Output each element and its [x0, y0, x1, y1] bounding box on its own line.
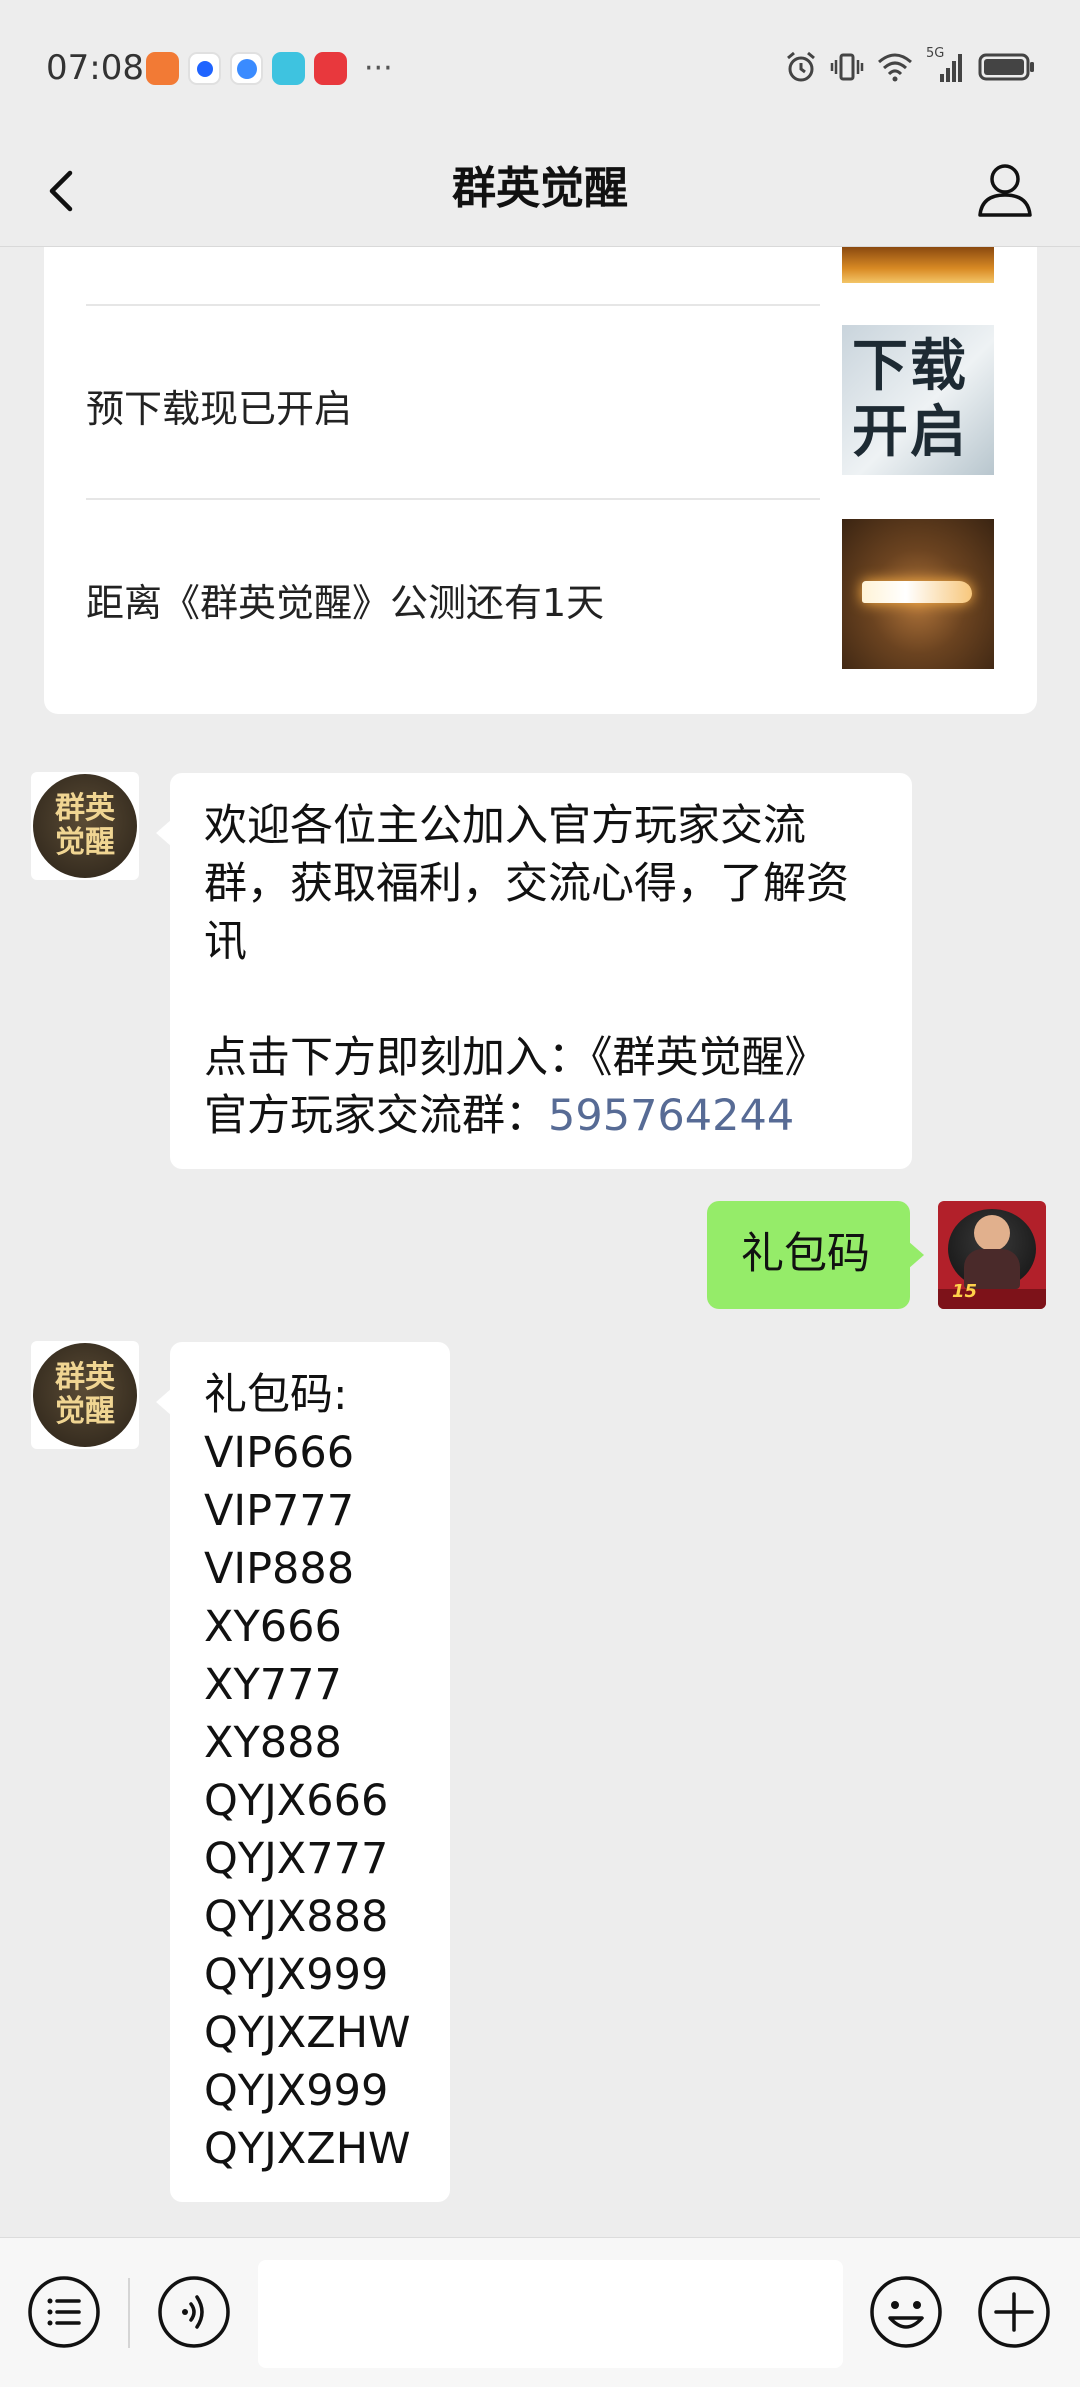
group-number-link[interactable]: 595764244 — [548, 1091, 794, 1141]
group-info-line: 官方玩家交流群：595764244 — [204, 1087, 878, 1145]
cellular-signal-icon: 5G — [926, 46, 966, 84]
message-input[interactable] — [258, 2260, 843, 2368]
gift-code: QYJX999 — [204, 1950, 389, 2000]
official-account-avatar[interactable]: 群英 觉醒 — [31, 1341, 139, 1449]
gift-code-message-bubble[interactable]: 礼包码: VIP666 VIP777 VIP888 XY666 XY777 XY… — [156, 1342, 450, 2202]
status-time: 07:08 — [46, 48, 144, 88]
message-line: 群，获取福利，交流心得，了解资 — [204, 859, 849, 909]
status-indicators: 5G — [784, 46, 1036, 84]
voice-icon[interactable] — [156, 2274, 232, 2350]
person-profile-icon[interactable] — [970, 155, 1040, 225]
message-line: 礼包码: — [204, 1370, 348, 1420]
gift-code: QYJXZHW — [204, 2124, 411, 2174]
gift-code: XY666 — [204, 1602, 342, 1652]
article-thumbnail-predownload[interactable]: 下载开启 — [842, 325, 994, 475]
user-avatar[interactable]: 15 — [938, 1201, 1046, 1309]
welcome-message-bubble[interactable]: 欢迎各位主公加入官方玩家交流 群，获取福利，交流心得，了解资 讯 点击下方即刻加… — [156, 773, 912, 1169]
brush-stroke-image — [862, 581, 972, 603]
article-title[interactable]: 预下载现已开启 — [86, 378, 352, 433]
input-divider — [128, 2278, 130, 2348]
message-line: 讯 — [204, 917, 247, 967]
article-card: 预下载现已开启 下载开启 距离《群英觉醒》公测还有1天 — [44, 247, 1037, 714]
emoji-icon[interactable] — [868, 2274, 944, 2350]
list-menu-icon[interactable] — [26, 2274, 102, 2350]
message-line: 点击下方即刻加入：《群英觉醒》 — [204, 1033, 828, 1083]
gift-code: VIP666 — [204, 1428, 355, 1478]
user-message-text: 礼包码 — [741, 1229, 870, 1279]
article-item-countdown[interactable]: 距离《群英觉醒》公测还有1天 — [86, 498, 820, 692]
plus-icon[interactable] — [976, 2274, 1052, 2350]
chat-input-bar — [0, 2237, 1080, 2387]
chat-header: 群英觉醒 — [0, 135, 1080, 247]
gift-code: VIP777 — [204, 1486, 355, 1536]
gift-code: XY777 — [204, 1660, 342, 1710]
gift-code: QYJX999 — [204, 2066, 389, 2116]
article-thumbnail-top[interactable] — [842, 247, 994, 283]
group-label: 官方玩家交流群： — [204, 1091, 548, 1141]
article-thumbnail-countdown[interactable] — [842, 519, 994, 669]
vibrate-icon — [830, 53, 864, 81]
official-account-avatar[interactable]: 群英 觉醒 — [31, 772, 139, 880]
gift-code: QYJX777 — [204, 1834, 389, 1884]
battery-icon — [978, 53, 1034, 81]
gift-code: QYJX666 — [204, 1776, 389, 1826]
message-line: 欢迎各位主公加入官方玩家交流 — [204, 801, 806, 851]
status-app-icons: ··· — [146, 52, 393, 85]
user-message-bubble[interactable]: 礼包码 — [707, 1201, 924, 1309]
chat-title: 群英觉醒 — [452, 163, 628, 214]
notification-app-icon-blue-circle — [188, 52, 221, 85]
status-bar: 07:08 ··· 5G — [0, 0, 1080, 135]
notification-app-icon-huawei — [314, 52, 347, 85]
notification-app-icon-browser — [230, 52, 263, 85]
article-title[interactable]: 距离《群英觉醒》公测还有1天 — [86, 572, 604, 627]
notification-app-icon-orange — [146, 52, 179, 85]
thumbnail-calligraphy-text: 下载开启 — [852, 333, 968, 465]
alarm-icon — [787, 51, 815, 82]
notification-app-icon-book — [272, 52, 305, 85]
wifi-icon — [878, 53, 912, 82]
gift-code: QYJX888 — [204, 1892, 389, 1942]
status-more-icon: ··· — [364, 50, 393, 86]
article-item-predownload[interactable]: 预下载现已开启 — [86, 304, 820, 498]
gift-code: QYJXZHW — [204, 2008, 411, 2058]
gift-code: XY888 — [204, 1718, 342, 1768]
gift-code: VIP888 — [204, 1544, 355, 1594]
